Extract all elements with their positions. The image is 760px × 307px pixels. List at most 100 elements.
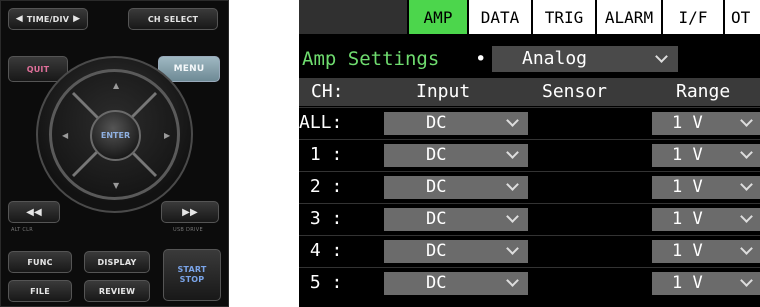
tab-alarm-label: ALARM: [604, 7, 654, 27]
tab-trig[interactable]: TRIG: [533, 0, 597, 34]
display-label: DISPLAY: [97, 257, 137, 267]
input-select[interactable]: DC: [384, 144, 528, 167]
down-arrow-icon[interactable]: ▼: [113, 182, 119, 190]
tab-amp[interactable]: AMP: [409, 0, 469, 34]
quit-label: QUIT: [26, 64, 50, 74]
display-button[interactable]: DISPLAY: [84, 251, 150, 273]
channel-label: ALL:: [299, 112, 343, 133]
input-value: DC: [426, 145, 447, 165]
func-label: FUNC: [27, 257, 53, 267]
tab-data[interactable]: DATA: [469, 0, 533, 34]
tab-if[interactable]: I/F: [663, 0, 725, 34]
channel-label: 1 :: [299, 144, 343, 165]
tab-bar: AMP DATA TRIG ALARM I/F OT: [299, 0, 760, 34]
range-value: 1 V: [672, 209, 703, 229]
input-value: DC: [426, 177, 447, 197]
range-select[interactable]: 1 V: [652, 240, 760, 263]
tab-other[interactable]: OT: [725, 0, 760, 34]
left-arrow-icon[interactable]: ◀: [62, 132, 68, 140]
header-ch: CH:: [311, 81, 344, 102]
enter-button[interactable]: ENTER: [90, 110, 141, 161]
input-select[interactable]: DC: [384, 272, 528, 295]
amp-mode-value: Analog: [522, 48, 588, 69]
chevron-down-icon: [506, 242, 519, 255]
input-select[interactable]: DC: [384, 176, 528, 199]
ch-select-button[interactable]: CH SELECT: [128, 8, 218, 30]
channel-label: 2 :: [299, 176, 343, 197]
fast-forward-icon: ▶▶: [182, 206, 198, 218]
range-select[interactable]: 1 V: [652, 112, 760, 135]
table-header: CH: Input Sensor Range: [299, 78, 760, 106]
chevron-down-icon: [740, 242, 753, 255]
tab-other-label: OT: [731, 7, 751, 27]
range-value: 1 V: [672, 113, 703, 133]
tab-alarm[interactable]: ALARM: [597, 0, 663, 34]
rewind-icon: ◀◀: [26, 206, 42, 218]
input-select[interactable]: DC: [384, 208, 528, 231]
start-label: START: [177, 265, 207, 274]
time-div-button[interactable]: ◀ TIME/DIV ▶: [8, 8, 88, 30]
amp-mode-select[interactable]: Analog: [492, 46, 678, 72]
left-arrow-icon: ◀: [15, 13, 23, 24]
input-value: DC: [426, 209, 447, 229]
chevron-down-icon: [506, 274, 519, 287]
input-select[interactable]: DC: [384, 240, 528, 263]
tab-blank: [299, 0, 409, 34]
chevron-down-icon: [740, 210, 753, 223]
range-value: 1 V: [672, 177, 703, 197]
tab-if-label: I/F: [678, 7, 708, 27]
table-row: 5 : DC 1 V: [299, 267, 760, 298]
header-input: Input: [416, 81, 471, 102]
device-screen: AMP DATA TRIG ALARM I/F OT Amp Settings …: [299, 0, 760, 307]
range-value: 1 V: [672, 273, 703, 293]
menu-label: MENU: [173, 64, 205, 74]
input-select[interactable]: DC: [384, 112, 528, 135]
file-label: FILE: [30, 286, 50, 296]
tab-amp-label: AMP: [423, 7, 453, 27]
range-value: 1 V: [672, 145, 703, 165]
chevron-down-icon: [506, 114, 519, 127]
chevron-down-icon: [506, 210, 519, 223]
chevron-down-icon: [506, 146, 519, 159]
table-row: 2 : DC 1 V: [299, 171, 760, 202]
device-keypad: ◀ TIME/DIV ▶ CH SELECT QUIT MENU ▲ ▼ ◀ ▶…: [0, 0, 229, 307]
ch-select-label: CH SELECT: [147, 14, 199, 24]
table-row: 4 : DC 1 V: [299, 235, 760, 266]
enter-label: ENTER: [100, 131, 131, 140]
func-button[interactable]: FUNC: [8, 251, 72, 273]
bullet-icon: •: [475, 48, 487, 70]
up-arrow-icon[interactable]: ▲: [113, 82, 119, 90]
direction-ring[interactable]: ▲ ▼ ◀ ▶ ENTER: [49, 69, 180, 200]
range-select[interactable]: 1 V: [652, 208, 760, 231]
start-stop-button[interactable]: START STOP: [163, 249, 221, 301]
input-value: DC: [426, 113, 447, 133]
review-button[interactable]: REVIEW: [84, 280, 150, 302]
usb-drive-label: USB DRIVE: [173, 227, 203, 233]
channel-label: 4 :: [299, 240, 343, 261]
chevron-down-icon: [740, 178, 753, 191]
header-range: Range: [676, 81, 731, 102]
chevron-down-icon: [740, 114, 753, 127]
table-row: 1 : DC 1 V: [299, 139, 760, 170]
amp-settings-label: Amp Settings: [302, 48, 440, 70]
input-value: DC: [426, 241, 447, 261]
chevron-down-icon: [655, 50, 668, 63]
right-arrow-icon[interactable]: ▶: [164, 132, 170, 140]
stop-label: STOP: [179, 275, 205, 284]
range-select[interactable]: 1 V: [652, 176, 760, 199]
tab-data-label: DATA: [480, 7, 520, 27]
range-select[interactable]: 1 V: [652, 272, 760, 295]
header-sensor: Sensor: [542, 81, 608, 102]
channel-label: 3 :: [299, 208, 343, 229]
alt-clr-label: ALT CLR: [11, 227, 34, 233]
chevron-down-icon: [506, 178, 519, 191]
rewind-button[interactable]: ◀◀: [8, 201, 60, 223]
file-button[interactable]: FILE: [8, 280, 72, 302]
right-arrow-icon: ▶: [73, 13, 81, 24]
input-value: DC: [426, 273, 447, 293]
range-select[interactable]: 1 V: [652, 144, 760, 167]
navigation-dial: ▲ ▼ ◀ ▶ ENTER: [36, 56, 193, 213]
fast-forward-button[interactable]: ▶▶: [161, 201, 219, 223]
table-row: 3 : DC 1 V: [299, 203, 760, 234]
amp-settings-row: Amp Settings • Analog: [299, 46, 760, 74]
